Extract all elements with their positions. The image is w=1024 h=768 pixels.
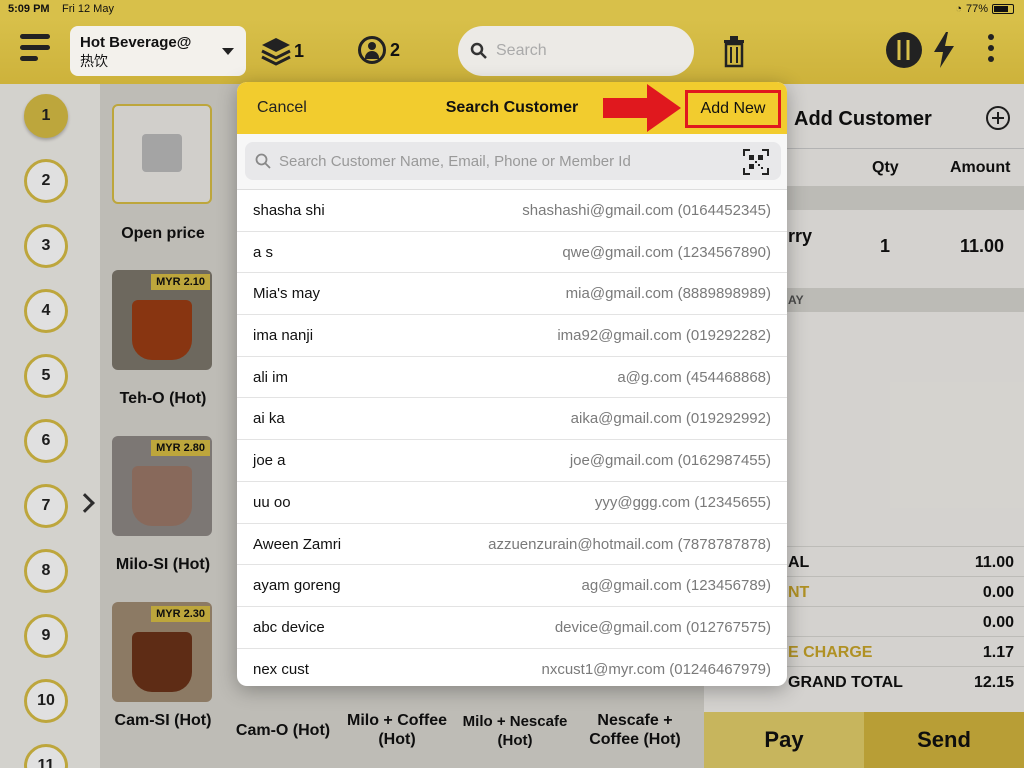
person-icon [358, 36, 386, 64]
status-bar: 5:09 PM Fri 12 May ◔ 77% [0, 0, 1024, 18]
product-search-placeholder: Search [496, 42, 547, 59]
cancel-button[interactable]: Cancel [257, 99, 307, 117]
customer-name: abc device [253, 618, 325, 636]
customer-name: ima nanji [253, 327, 314, 345]
customer-contact: azzuenzurain@hotmail.com (7878787878) [488, 535, 771, 553]
customer-name: joe a [253, 452, 286, 470]
customer-name: Mia's may [253, 285, 321, 303]
customer-name: ali im [253, 368, 289, 386]
customer-name: uu oo [253, 493, 291, 511]
customer-row[interactable]: ai ka aika@gmail.com (019292992) [237, 398, 787, 441]
guests-button[interactable]: 2 [358, 36, 400, 64]
customer-name: shasha shi [253, 202, 325, 219]
customer-search-field[interactable] [245, 142, 781, 180]
top-bar: Hot Beverage@ 热饮 1 2 Search [0, 18, 1024, 84]
customer-name: Aween Zamri [253, 535, 342, 553]
customer-row[interactable]: Mia's may mia@gmail.com (8889898989) [237, 273, 787, 316]
customer-contact: yyy@ggg.com (12345655) [594, 493, 771, 511]
customer-row[interactable]: ayam goreng ag@gmail.com (123456789) [237, 565, 787, 607]
arrow-right-icon [603, 84, 681, 132]
layers-count: 1 [294, 40, 305, 61]
category-name-chinese: 热饮 [80, 53, 108, 69]
qr-code-icon[interactable] [743, 149, 769, 175]
customer-row[interactable]: abc device device@gmail.com (012767575) [237, 607, 787, 649]
customer-contact: aika@gmail.com (019292992) [570, 410, 771, 428]
status-date: Fri 12 May [62, 3, 114, 15]
customer-contact: qwe@gmail.com (1234567890) [562, 243, 771, 261]
chevron-down-icon [222, 48, 234, 55]
guests-count: 2 [390, 39, 401, 60]
customer-contact: ima92@gmail.com (019292282) [557, 327, 771, 345]
customer-row[interactable]: ali im a@g.com (454468868) [237, 357, 787, 399]
customer-row[interactable]: shasha shi shashashi@gmail.com (016445234… [237, 190, 787, 232]
layers-icon [261, 38, 291, 66]
search-customer-modal: Cancel Search Customer Add New Search Cu… [237, 82, 787, 686]
customer-row[interactable]: a s qwe@gmail.com (1234567890) [237, 232, 787, 274]
layers-button[interactable]: 1 [260, 36, 304, 66]
battery-fill [994, 6, 1008, 12]
status-time: 5:09 PM [8, 3, 50, 15]
customer-row[interactable]: nex cust nxcust1@myr.com (01246467979) [237, 649, 787, 686]
category-name: Hot Beverage@ [80, 34, 192, 51]
customer-row[interactable]: ima nanji ima92@gmail.com (019292282) [237, 315, 787, 357]
fork-knife-icon [897, 40, 910, 60]
customer-search-bar [237, 134, 787, 190]
customer-contact: shashashi@gmail.com (0164452345) [522, 202, 771, 219]
customer-name: ai ka [253, 410, 285, 428]
customer-contact: joe@gmail.com (0162987455) [569, 452, 771, 470]
customer-row[interactable]: joe a joe@gmail.com (0162987455) [237, 440, 787, 482]
wifi-icon: ◔ [955, 3, 962, 15]
trash-icon[interactable] [722, 34, 746, 68]
customer-contact: device@gmail.com (012767575) [554, 618, 771, 636]
customer-contact: ag@gmail.com (123456789) [581, 577, 772, 595]
customer-search-input[interactable] [279, 152, 739, 170]
modal-header: Cancel Search Customer Add New [237, 82, 787, 134]
add-new-button[interactable]: Add New [685, 90, 781, 128]
customer-name: a s [253, 243, 274, 261]
customer-contact: mia@gmail.com (8889898989) [565, 285, 771, 303]
customer-list: shasha shi shashashi@gmail.com (016445234… [237, 190, 787, 686]
customer-row[interactable]: Aween Zamri azzuenzurain@hotmail.com (787… [237, 524, 787, 566]
category-dropdown[interactable]: Hot Beverage@ 热饮 [70, 26, 246, 76]
lightning-icon[interactable] [932, 32, 956, 68]
customer-contact: a@g.com (454468868) [617, 368, 771, 386]
search-icon [470, 42, 487, 59]
customer-row[interactable]: uu oo yyy@ggg.com (12345655) [237, 482, 787, 524]
product-search[interactable]: Search [458, 26, 694, 76]
customer-name: ayam goreng [253, 577, 341, 595]
menu-icon[interactable] [20, 34, 50, 64]
customer-name: nex cust [253, 660, 309, 678]
battery-percent: 77% [965, 3, 988, 15]
dine-in-icon[interactable] [886, 32, 922, 68]
battery-icon [992, 4, 1014, 14]
customer-contact: nxcust1@myr.com (01246467979) [541, 660, 771, 678]
status-right: ◔ 77% [955, 3, 1014, 15]
more-options-icon[interactable] [988, 34, 996, 67]
search-icon [255, 153, 271, 169]
